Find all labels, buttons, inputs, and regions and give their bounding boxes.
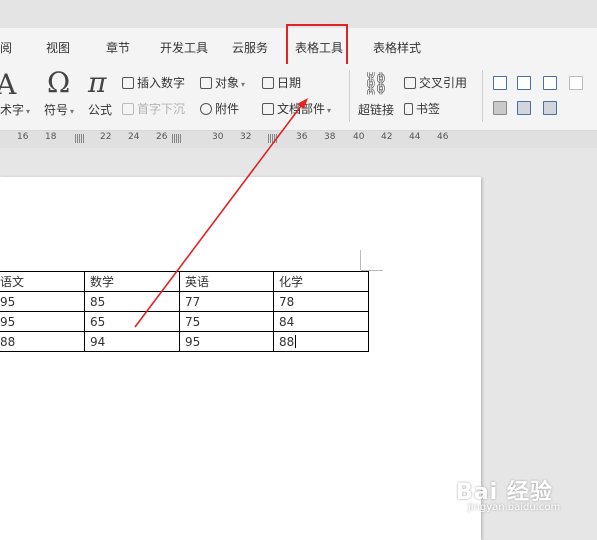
annotation-arrow xyxy=(134,98,308,328)
annotation-arrow-head xyxy=(297,98,308,109)
watermark-url: jingyan.baidu.com xyxy=(468,502,561,513)
baidu-watermark: Bai 经验 jingyan.baidu.com xyxy=(448,470,596,526)
annotation-arrow-line xyxy=(134,105,302,328)
